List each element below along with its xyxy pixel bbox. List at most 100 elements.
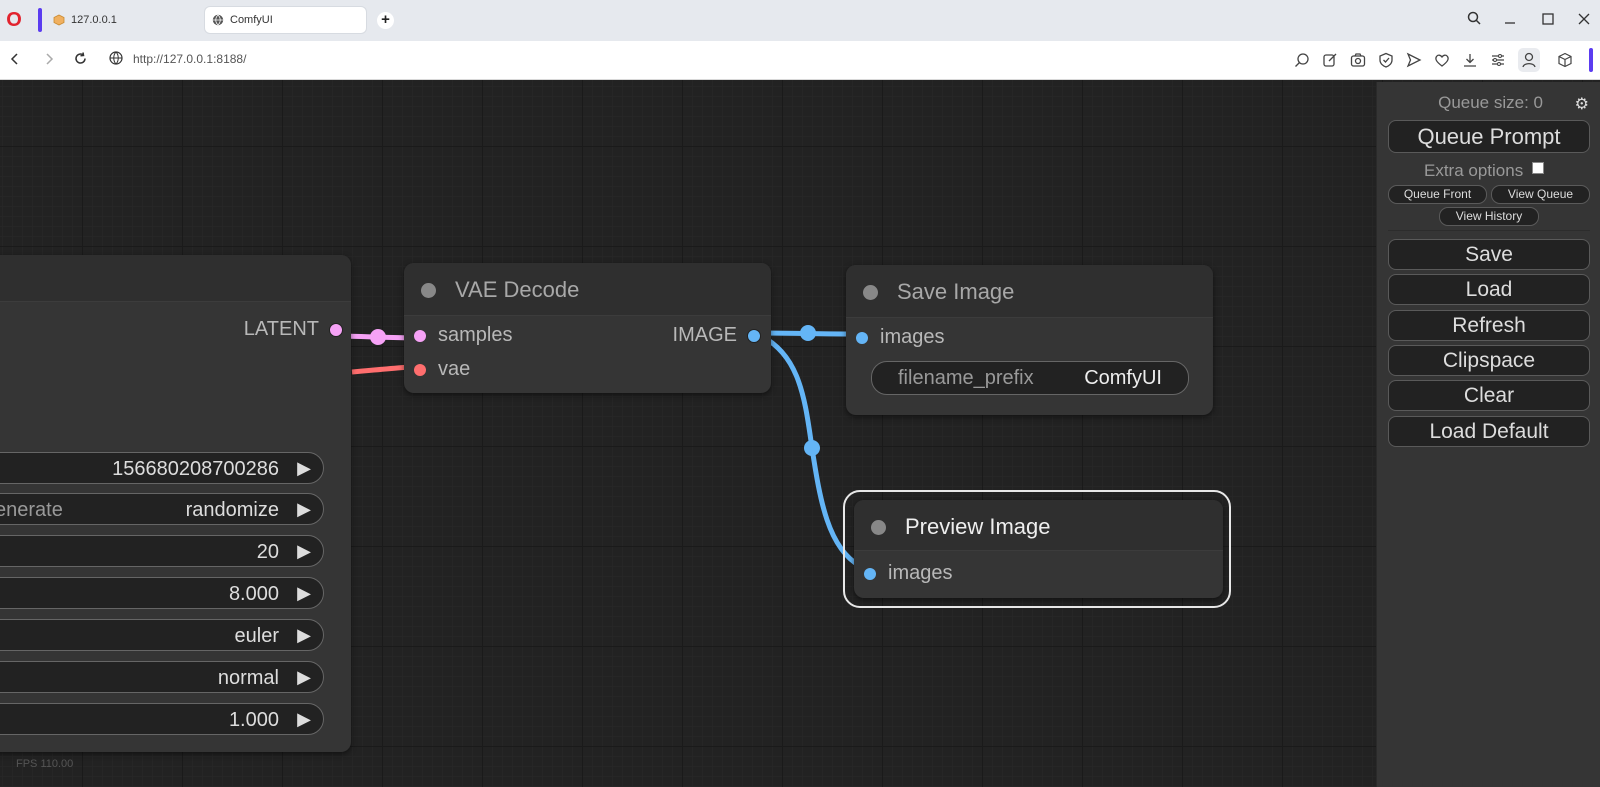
url-field[interactable]: http://127.0.0.1:8188/ <box>133 52 246 66</box>
increment-arrow-icon[interactable]: ▶ <box>297 625 311 646</box>
widget-label: filename_prefix <box>898 367 1034 389</box>
denoise-widget[interactable]: 1.000 ▶ <box>0 703 324 735</box>
seed-widget[interactable]: 156680208700286 ▶ <box>0 452 324 484</box>
comfy-menu-panel: Queue size: 0 ⚙ Queue Prompt Extra optio… <box>1376 82 1600 787</box>
images-input-label: images <box>880 326 945 348</box>
vae-input-label: vae <box>438 358 471 380</box>
maximize-icon[interactable] <box>1538 10 1558 30</box>
load-button[interactable]: Load <box>1388 274 1590 305</box>
images-input-slot[interactable]: images <box>856 326 944 349</box>
node-title-text: VAE Decode <box>455 277 580 302</box>
image-link-preview-midpoint[interactable] <box>804 440 820 456</box>
refresh-button[interactable]: Refresh <box>1388 310 1590 341</box>
sampler-name-widget[interactable]: euler ▶ <box>0 619 324 651</box>
globe-icon <box>212 14 224 26</box>
extra-options-label: Extra options <box>1424 161 1524 180</box>
vae-input-slot[interactable]: vae <box>414 358 470 381</box>
extra-options-checkbox[interactable] <box>1532 162 1544 174</box>
ksampler-node[interactable]: LATENT 156680208700286 ▶ enerate randomi… <box>0 255 351 752</box>
latent-link-midpoint[interactable] <box>370 329 386 345</box>
image-output-slot[interactable]: IMAGE <box>673 324 761 347</box>
address-bar: http://127.0.0.1:8188/ <box>0 41 1600 80</box>
heart-icon[interactable] <box>1434 52 1450 68</box>
cfg-widget[interactable]: 8.000 ▶ <box>0 577 324 609</box>
queue-prompt-button[interactable]: Queue Prompt <box>1388 120 1590 153</box>
images-input-slot[interactable]: images <box>864 562 952 585</box>
site-info-globe-icon[interactable] <box>107 51 125 69</box>
cfg-value: 8.000 <box>228 583 279 605</box>
edit-icon[interactable] <box>1322 52 1338 68</box>
increment-arrow-icon[interactable]: ▶ <box>297 709 311 730</box>
collapse-dot-icon[interactable] <box>871 520 886 535</box>
gear-icon[interactable]: ⚙ <box>1575 94 1589 114</box>
filename-prefix-value: ComfyUI <box>1084 367 1162 389</box>
tab-comfyui[interactable]: ComfyUI <box>205 7 366 33</box>
load-default-button[interactable]: Load Default <box>1388 416 1590 447</box>
shield-check-icon[interactable] <box>1378 52 1394 68</box>
increment-arrow-icon[interactable]: ▶ <box>297 583 311 604</box>
filename-prefix-widget[interactable]: filename_prefix ComfyUI <box>871 361 1189 395</box>
browser-tab-bar: O 127.0.0.1 ComfyUI + <box>0 0 1600 41</box>
easy-setup-icon[interactable] <box>1490 52 1506 68</box>
profile-button[interactable] <box>1518 48 1540 72</box>
images-input-label: images <box>888 562 953 584</box>
tab-label: 127.0.0.1 <box>71 14 117 26</box>
send-icon[interactable] <box>1406 52 1422 68</box>
queue-size-label: Queue size: 0 <box>1438 93 1543 112</box>
queue-front-button[interactable]: Queue Front <box>1388 185 1487 204</box>
clipspace-button[interactable]: Clipspace <box>1388 345 1590 376</box>
node-title[interactable]: Save Image <box>846 265 1213 318</box>
preview-image-node[interactable]: Preview Image images <box>854 500 1223 598</box>
fps-counter: FPS 110.00 <box>16 758 74 770</box>
opera-logo-icon[interactable]: O <box>4 9 24 31</box>
cube-icon[interactable] <box>1557 52 1573 68</box>
latent-output-label: LATENT <box>243 318 319 340</box>
increment-arrow-icon[interactable]: ▶ <box>297 667 311 688</box>
tab-localhost[interactable]: 127.0.0.1 <box>46 7 203 33</box>
images-input-dot[interactable] <box>864 567 876 580</box>
node-title-text: Save Image <box>897 279 1015 304</box>
samples-input-dot[interactable] <box>414 329 426 342</box>
close-icon[interactable] <box>1574 10 1594 30</box>
zoom-search-icon[interactable] <box>1294 52 1310 68</box>
search-tabs-icon[interactable] <box>1464 10 1484 30</box>
scheduler-value: normal <box>217 667 279 689</box>
node-title[interactable] <box>0 255 351 302</box>
forward-icon[interactable] <box>40 51 58 69</box>
collapse-dot-icon[interactable] <box>421 283 436 298</box>
image-output-dot[interactable] <box>747 328 761 343</box>
steps-widget[interactable]: 20 ▶ <box>0 535 324 567</box>
view-history-button[interactable]: View History <box>1439 207 1539 226</box>
save-button[interactable]: Save <box>1388 239 1590 270</box>
increment-arrow-icon[interactable]: ▶ <box>297 458 311 479</box>
vae-input-dot[interactable] <box>414 363 426 376</box>
vae-decode-node[interactable]: VAE Decode samples vae IMAGE <box>404 263 771 393</box>
clear-button[interactable]: Clear <box>1388 380 1590 411</box>
minimize-icon[interactable] <box>1500 10 1520 30</box>
latent-output-slot[interactable]: LATENT <box>244 318 343 341</box>
camera-icon[interactable] <box>1350 52 1366 68</box>
new-tab-button[interactable]: + <box>377 12 394 29</box>
node-title[interactable]: VAE Decode <box>404 263 771 316</box>
vae-link <box>351 364 411 375</box>
seed-value: 156680208700286 <box>112 458 279 480</box>
reload-icon[interactable] <box>71 51 89 69</box>
tab-label: ComfyUI <box>230 14 273 26</box>
increment-arrow-icon[interactable]: ▶ <box>297 499 311 520</box>
increment-arrow-icon[interactable]: ▶ <box>297 541 311 562</box>
latent-output-dot[interactable] <box>329 322 343 337</box>
node-title[interactable]: Preview Image <box>854 500 1223 551</box>
images-input-dot[interactable] <box>856 331 868 344</box>
graph-canvas[interactable]: LATENT 156680208700286 ▶ enerate randomi… <box>0 80 1600 787</box>
back-icon[interactable] <box>6 51 24 69</box>
control-after-generate-widget[interactable]: enerate randomize ▶ <box>0 493 324 525</box>
scheduler-widget[interactable]: normal ▶ <box>0 661 324 693</box>
image-link-save-midpoint[interactable] <box>800 325 816 341</box>
sidebar-accent <box>1589 48 1593 72</box>
view-queue-button[interactable]: View Queue <box>1491 185 1590 204</box>
samples-input-slot[interactable]: samples <box>414 324 512 347</box>
download-icon[interactable] <box>1462 52 1478 68</box>
collapse-dot-icon[interactable] <box>863 285 878 300</box>
save-image-node[interactable]: Save Image images filename_prefix ComfyU… <box>846 265 1213 415</box>
denoise-value: 1.000 <box>228 709 279 731</box>
